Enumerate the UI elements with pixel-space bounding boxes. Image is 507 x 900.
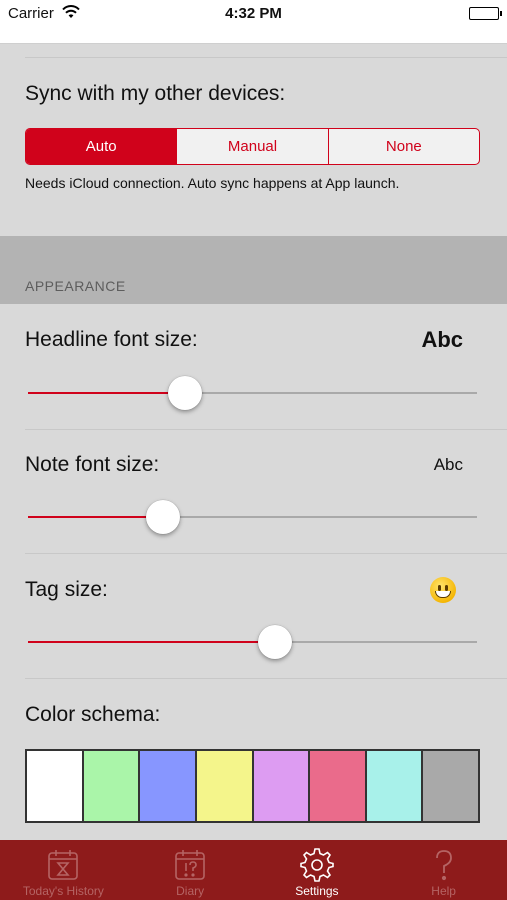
sync-option-auto[interactable]: Auto xyxy=(26,129,177,164)
tab-diary[interactable]: Diary xyxy=(127,840,254,900)
headline-font-size-label: Headline font size: xyxy=(25,328,198,351)
color-swatch-8[interactable] xyxy=(423,751,478,821)
tab-label: Diary xyxy=(176,884,205,898)
question-mark-icon xyxy=(427,848,461,882)
tab-label: Settings xyxy=(295,884,339,898)
slider-thumb[interactable] xyxy=(168,376,203,410)
note-font-preview: Abc xyxy=(433,455,463,474)
divider xyxy=(25,678,507,679)
grinning-face-emoji-icon xyxy=(430,577,456,603)
sync-segmented-control[interactable]: Auto Manual None xyxy=(25,128,480,165)
divider xyxy=(25,553,507,554)
diary-calendar-icon xyxy=(173,848,207,882)
color-swatch-3[interactable] xyxy=(140,751,195,821)
hourglass-calendar-icon xyxy=(46,848,80,882)
slider-thumb[interactable] xyxy=(257,625,292,659)
note-font-size-label: Note font size: xyxy=(25,453,160,476)
sync-note: Needs iCloud connection. Auto sync happe… xyxy=(25,175,400,191)
slider-fill xyxy=(28,392,186,394)
note-font-size-slider[interactable] xyxy=(28,497,477,537)
headline-font-preview: Abc xyxy=(421,327,463,352)
appearance-header-label: APPEARANCE xyxy=(25,278,126,294)
color-swatch-4[interactable] xyxy=(196,751,252,821)
color-schema-swatches xyxy=(25,749,480,823)
tab-settings[interactable]: Settings xyxy=(254,840,381,900)
divider xyxy=(25,429,507,430)
sync-option-manual[interactable]: Manual xyxy=(176,129,327,164)
color-swatch-2[interactable] xyxy=(83,751,139,821)
tab-label: Today's History xyxy=(22,884,104,898)
tab-bar: Today's History Diary Settings Help xyxy=(0,840,507,900)
clock: 4:32 PM xyxy=(225,5,282,22)
status-bar: Carrier 4:32 PM xyxy=(0,0,507,44)
appearance-section-header: APPEARANCE xyxy=(0,236,507,304)
color-schema-label: Color schema: xyxy=(25,703,161,726)
gear-icon xyxy=(300,848,334,882)
tag-size-label: Tag size: xyxy=(25,578,108,601)
slider-thumb[interactable] xyxy=(145,500,180,534)
color-swatch-7[interactable] xyxy=(366,751,422,821)
slider-fill xyxy=(28,641,275,643)
color-swatch-6[interactable] xyxy=(310,751,365,821)
divider xyxy=(25,57,507,58)
tab-todays-history[interactable]: Today's History xyxy=(0,840,127,900)
color-swatch-1[interactable] xyxy=(27,751,82,821)
tab-help[interactable]: Help xyxy=(380,840,507,900)
battery-icon xyxy=(469,7,502,20)
slider-fill xyxy=(28,516,163,518)
color-swatch-5[interactable] xyxy=(253,751,309,821)
tag-size-slider[interactable] xyxy=(28,622,477,662)
tab-label: Help xyxy=(431,884,456,898)
sync-label: Sync with my other devices: xyxy=(25,82,286,105)
headline-font-size-slider[interactable] xyxy=(28,373,477,413)
sync-option-none[interactable]: None xyxy=(327,129,479,164)
